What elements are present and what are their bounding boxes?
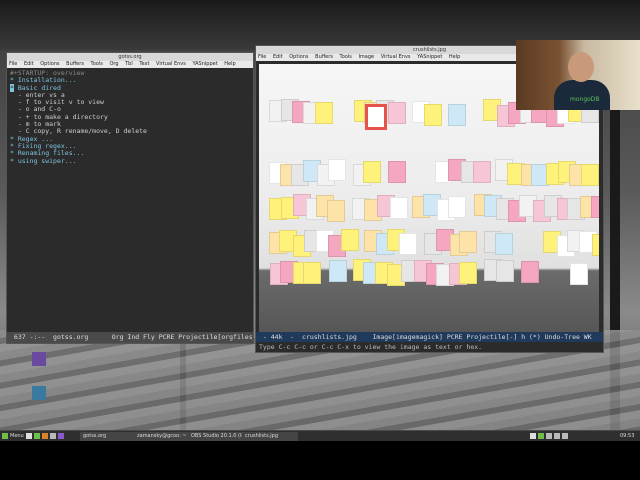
sticky-note	[315, 102, 334, 125]
battery-icon[interactable]	[554, 432, 560, 439]
start-menu-button[interactable]: Menu	[2, 432, 24, 441]
person-body	[554, 80, 610, 110]
menu-file[interactable]: File	[258, 54, 266, 60]
sticky-note	[495, 260, 514, 283]
letterbox-bar	[0, 441, 640, 480]
clock[interactable]: 09:53	[620, 432, 634, 441]
menu-buffers[interactable]: Buffers	[315, 54, 333, 60]
firefox-icon[interactable]	[42, 432, 48, 439]
sticky-note	[495, 233, 514, 256]
webcam-overlay: mongoDB	[516, 40, 640, 110]
sticky-note	[327, 159, 346, 182]
menu-yasnippet[interactable]: YASnippet	[417, 54, 442, 60]
sticky-note	[399, 232, 417, 255]
volume-icon[interactable]	[546, 432, 552, 439]
window-title: gotss.org	[7, 53, 253, 61]
sticky-note	[580, 163, 599, 186]
sticky-note	[329, 260, 348, 283]
sticky-note	[459, 261, 478, 284]
emacs-window-gotss[interactable]: gotss.org File Edit Options Buffers Tool…	[6, 52, 254, 344]
sticky-note	[448, 103, 467, 126]
sticky-note	[591, 196, 599, 219]
menu-icon	[2, 432, 8, 439]
shield-icon[interactable]	[538, 432, 544, 439]
org-buffer[interactable]: #+STARTUP: overview * Installation... * B…	[7, 68, 253, 331]
desktop-folder-icon[interactable]	[32, 386, 46, 400]
menu-tools[interactable]: Tools	[340, 54, 352, 60]
network-icon[interactable]	[530, 432, 536, 439]
task-obs[interactable]: OBS Studio 20.1.0 (li...	[188, 432, 244, 441]
mode-line: 637 -:-- gotss.org Org Ind Fly PCRE Proj…	[7, 332, 253, 343]
menu-image[interactable]: Image	[358, 54, 374, 60]
menu-help[interactable]: Help	[449, 54, 460, 60]
sticky-note	[520, 261, 539, 284]
shirt-logo: mongoDB	[570, 96, 600, 103]
sticky-note	[387, 160, 406, 183]
menu-virtual-envs[interactable]: Virtual Envs	[156, 61, 186, 67]
desktop-icon[interactable]	[26, 432, 32, 439]
sticky-note	[340, 229, 359, 252]
sticky-note	[363, 160, 382, 183]
menu-options[interactable]: Options	[40, 61, 59, 67]
menu-text[interactable]: Text	[139, 61, 149, 67]
quick-launch-icons[interactable]	[26, 432, 66, 441]
terminal-icon[interactable]	[34, 432, 40, 439]
files-icon[interactable]	[50, 432, 56, 439]
org-line: * using swiper...	[10, 156, 77, 165]
minibuffer[interactable]: Type C-c C-c or C-c C-x to view the imag…	[256, 342, 603, 352]
menu-edit[interactable]: Edit	[273, 54, 283, 60]
sticky-note	[389, 197, 408, 220]
menu-yasnippet[interactable]: YASnippet	[192, 61, 217, 67]
sticky-note	[591, 233, 599, 256]
bluetooth-icon[interactable]	[562, 432, 568, 439]
person-head	[568, 52, 594, 82]
menu-virtual-envs[interactable]: Virtual Envs	[381, 54, 411, 60]
sticky-note	[459, 230, 478, 253]
sticky-note	[472, 160, 491, 183]
menu-file[interactable]: File	[9, 61, 17, 67]
menu-bar: File Edit Options Buffers Tools Org Tbl …	[7, 61, 253, 68]
mode-line: - 44k - crushlists.jpg Image[imagemagick…	[256, 332, 603, 342]
menu-options[interactable]: Options	[289, 54, 308, 60]
sticky-note	[423, 104, 442, 127]
menu-tools[interactable]: Tools	[91, 61, 103, 67]
red-sticky-note	[365, 104, 387, 130]
sticky-note	[327, 199, 346, 222]
emacs-icon[interactable]	[58, 432, 64, 439]
sticky-note	[569, 262, 588, 285]
task-crushlists[interactable]: crushlists.jpg	[242, 432, 298, 441]
menu-help[interactable]: Help	[224, 61, 235, 67]
sticky-note	[303, 261, 322, 284]
menu-edit[interactable]: Edit	[24, 61, 34, 67]
sticky-note	[447, 196, 466, 219]
menu-org[interactable]: Org	[109, 61, 118, 67]
system-tray[interactable]	[530, 432, 570, 441]
task-gotss[interactable]: gotss.org	[80, 432, 136, 441]
menu-buffers[interactable]: Buffers	[66, 61, 84, 67]
desktop-file-icon[interactable]	[32, 352, 46, 366]
menu-tbl[interactable]: Tbl	[125, 61, 133, 67]
task-terminal[interactable]: zamansky@gcoo: ~	[134, 432, 190, 441]
sticky-note	[387, 102, 406, 125]
